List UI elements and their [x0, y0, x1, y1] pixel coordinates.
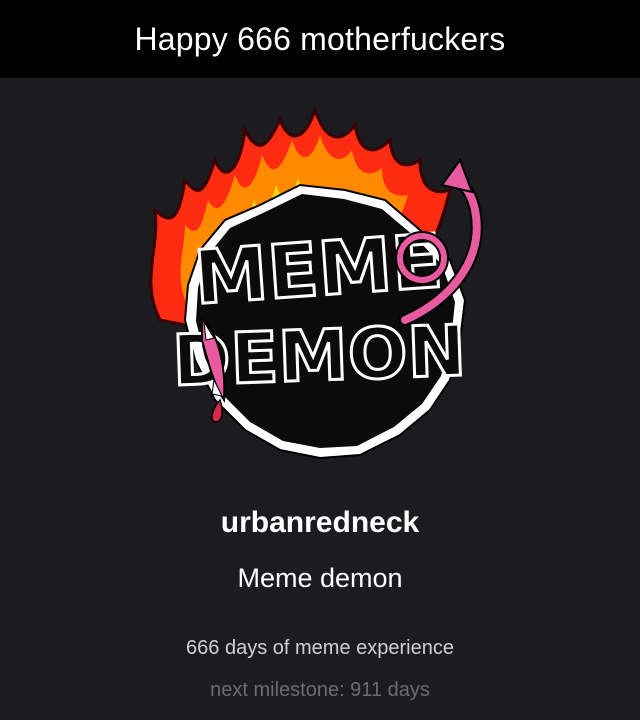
next-milestone-text: next milestone: 911 days — [210, 679, 430, 701]
badge-graphic: MEME DEMON — [149, 105, 483, 460]
caption-bar: Happy 666 motherfuckers — [0, 0, 640, 78]
username: urbanredneck — [220, 506, 420, 539]
experience-text: 666 days of meme experience — [186, 637, 454, 659]
caption-text: Happy 666 motherfuckers — [134, 20, 506, 57]
meme-demon-badge-icon: MEME DEMON — [130, 100, 510, 480]
profile-title: Meme demon — [237, 563, 403, 593]
